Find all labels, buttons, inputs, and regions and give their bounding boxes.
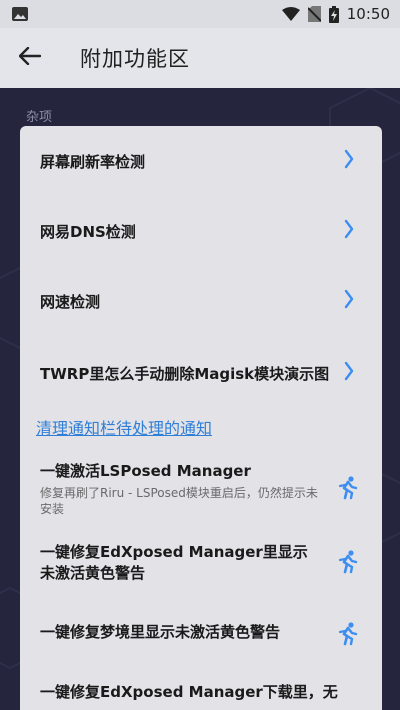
- chevron-right-icon: [344, 219, 354, 243]
- battery-charging-icon: [328, 5, 339, 23]
- running-person-icon: [338, 476, 358, 504]
- action-title: 一键修复EdXposed Manager下载里，无: [40, 683, 338, 701]
- menu-item-label: 网速检测: [40, 292, 101, 311]
- action-subtitle: 修复再刷了Riru - LSPosed模块重启后，仍然提示未安装: [40, 486, 318, 516]
- section-label: 杂项: [26, 110, 53, 125]
- action-title: 一键修复EdXposed Manager里显示未激活黄色警告: [40, 543, 308, 582]
- menu-item-speed-test[interactable]: 网速检测: [20, 266, 382, 336]
- running-person-icon: [338, 622, 358, 650]
- menu-item-label: 网易DNS检测: [40, 222, 136, 241]
- chevron-right-icon: [344, 289, 354, 313]
- chevron-right-icon: [344, 149, 354, 173]
- image-icon: [12, 7, 28, 21]
- no-sim-icon: [307, 6, 321, 22]
- app-bar: 附加功能区: [0, 28, 400, 88]
- running-person-icon: [338, 550, 358, 578]
- menu-item-label: 屏幕刷新率检测: [40, 152, 146, 171]
- menu-item-twrp-guide[interactable]: TWRP里怎么手动删除Magisk模块演示图: [20, 338, 382, 408]
- status-bar: 10:50: [0, 0, 400, 28]
- menu-item-label: TWRP里怎么手动删除Magisk模块演示图: [40, 364, 330, 383]
- action-text: 一键修复梦境里显示未激活黄色警告: [40, 622, 340, 643]
- action-title: 一键激活LSPosed Manager: [40, 462, 251, 480]
- action-fix-edxposed-download[interactable]: 一键修复EdXposed Manager下载里，无: [20, 676, 382, 710]
- arrow-left-icon: [18, 46, 42, 69]
- action-text: 一键修复EdXposed Manager里显示未激活黄色警告: [40, 542, 320, 584]
- feature-card: 屏幕刷新率检测 网易DNS检测 网速检测 TWRP里怎么手动删除Magisk模块…: [20, 126, 382, 710]
- action-title: 一键修复梦境里显示未激活黄色警告: [40, 623, 281, 641]
- clear-notifications-link[interactable]: 清理通知栏待处理的通知: [36, 415, 212, 439]
- action-fix-dream-warning[interactable]: 一键修复梦境里显示未激活黄色警告: [20, 604, 382, 664]
- back-button[interactable]: [0, 28, 60, 88]
- action-text: 一键修复EdXposed Manager下载里，无: [40, 682, 340, 703]
- status-time: 10:50: [346, 5, 390, 23]
- action-fix-edxposed-warning[interactable]: 一键修复EdXposed Manager里显示未激活黄色警告: [20, 536, 382, 606]
- menu-item-refresh-rate[interactable]: 屏幕刷新率检测: [20, 126, 382, 196]
- action-activate-lsposed[interactable]: 一键激活LSPosed Manager 修复再刷了Riru - LSPosed模…: [20, 456, 382, 526]
- chevron-right-icon: [344, 361, 354, 385]
- menu-item-dns[interactable]: 网易DNS检测: [20, 196, 382, 266]
- wifi-icon: [281, 7, 300, 21]
- page-title: 附加功能区: [80, 47, 190, 71]
- action-text: 一键激活LSPosed Manager 修复再刷了Riru - LSPosed模…: [40, 461, 320, 517]
